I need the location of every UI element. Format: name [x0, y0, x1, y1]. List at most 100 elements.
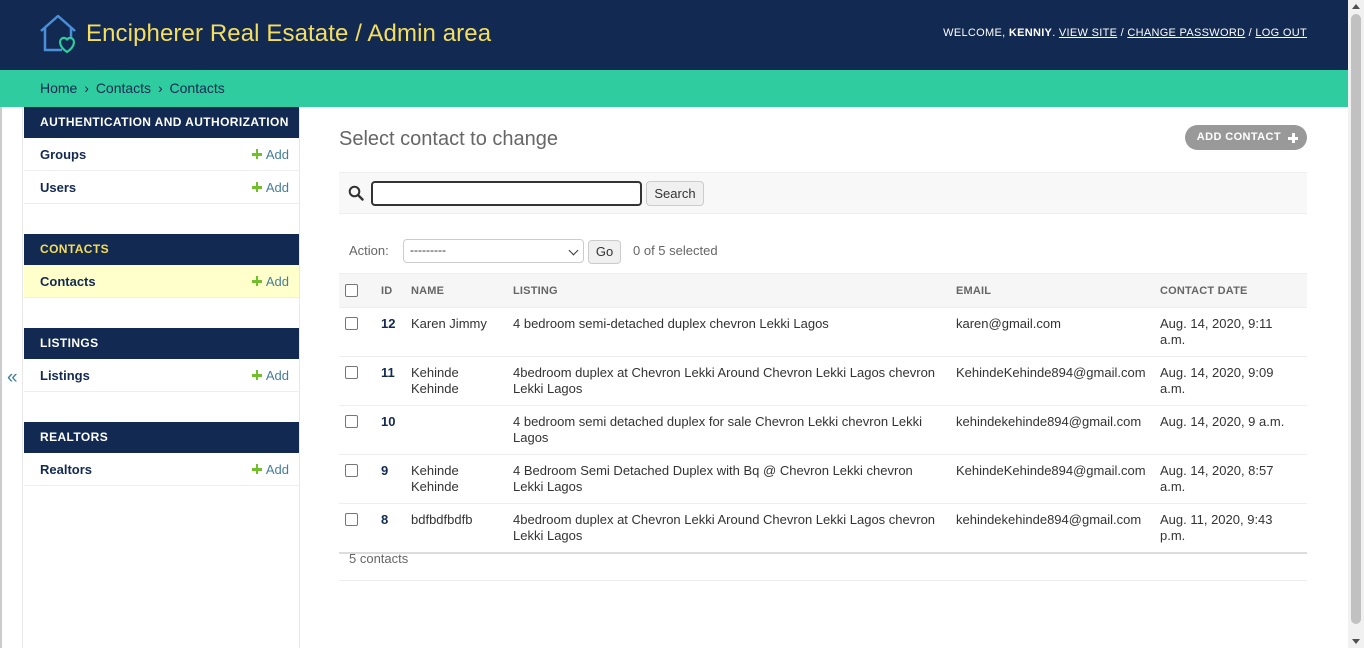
sidebar-item-users: Users Add	[24, 171, 299, 204]
breadcrumb: Home › Contacts › Contacts	[0, 70, 1348, 107]
module-caption-contacts[interactable]: Contacts	[24, 234, 299, 265]
welcome-text: WELCOME,	[943, 27, 1006, 39]
name-cell: Kehinde Kehinde	[405, 356, 507, 406]
add-label: Add	[265, 146, 289, 162]
site-title[interactable]: Encipherer Real Esatate / Admin area	[86, 20, 491, 48]
plus-icon	[1288, 133, 1298, 143]
date-cell: Aug. 14, 2020, 9:09 a.m.	[1154, 356, 1307, 406]
search-button[interactable]: Search	[646, 181, 704, 206]
column-header-name[interactable]: NAME	[405, 273, 507, 308]
id-cell: 9	[375, 454, 405, 504]
id-cell: 12	[375, 307, 405, 357]
name-cell: Kehinde Kehinde	[405, 454, 507, 504]
row-id-link[interactable]: 11	[381, 365, 395, 380]
add-contact-label: ADD CONTACT	[1196, 131, 1281, 143]
sidebar-add-contacts-link[interactable]: Add	[251, 274, 289, 289]
column-header-listing[interactable]: LISTING	[507, 273, 950, 308]
module-realtors: Realtors Realtors Add	[24, 422, 299, 486]
sidebar-item-groups: Groups Add	[24, 138, 299, 171]
sidebar-toggle-button[interactable]: «	[0, 107, 23, 648]
name-cell: Karen Jimmy	[405, 307, 507, 357]
add-label: Add	[265, 461, 289, 477]
column-header-id[interactable]: ID	[375, 273, 405, 308]
id-cell: 11	[375, 356, 405, 406]
sidebar-item-listings: Listings Add	[24, 359, 299, 392]
sidebar-link-groups[interactable]: Groups	[40, 147, 86, 162]
column-header-contact-date[interactable]: CONTACT DATE	[1154, 273, 1307, 308]
module-caption-realtors[interactable]: Realtors	[24, 422, 299, 453]
date-cell: Aug. 14, 2020, 9 a.m.	[1154, 405, 1307, 455]
row-checkbox[interactable]	[345, 464, 358, 477]
sidebar-link-listings[interactable]: Listings	[40, 368, 90, 383]
log-out-link[interactable]: LOG OUT	[1255, 27, 1307, 39]
id-cell: 10	[375, 405, 405, 455]
breadcrumb-contacts-app[interactable]: Contacts	[96, 80, 151, 96]
action-select[interactable]: ---------	[403, 239, 584, 263]
sidebar-link-users[interactable]: Users	[40, 180, 76, 195]
select-all-checkbox[interactable]	[345, 284, 358, 297]
scrollbar-thumb[interactable]	[1351, 14, 1361, 624]
breadcrumb-current: Contacts	[169, 80, 225, 96]
search-input[interactable]	[371, 181, 642, 206]
scroll-down-arrow-icon[interactable]	[1352, 639, 1360, 644]
sidebar-link-contacts[interactable]: Contacts	[40, 274, 96, 289]
house-heart-logo-icon	[40, 14, 76, 54]
brand[interactable]: Encipherer Real Esatate / Admin area	[38, 13, 491, 55]
vertical-scrollbar[interactable]	[1348, 0, 1364, 648]
results-table: ID NAME LISTING EMAIL CONTACT DATE 12 Ka…	[339, 273, 1307, 554]
row-checkbox[interactable]	[345, 513, 358, 526]
add-label: Add	[265, 367, 289, 383]
result-count: 5 contacts	[349, 551, 409, 566]
add-contact-button[interactable]: ADD CONTACT	[1184, 125, 1307, 150]
module-caption-listings[interactable]: Listings	[24, 328, 299, 359]
column-header-email[interactable]: EMAIL	[950, 273, 1154, 308]
view-site-link[interactable]: VIEW SITE	[1059, 27, 1117, 39]
double-chevron-left-icon: «	[7, 367, 18, 388]
sidebar-add-realtors-link[interactable]: Add	[251, 461, 289, 477]
add-label: Add	[265, 179, 289, 195]
plus-icon	[251, 182, 262, 192]
breadcrumb-separator: ›	[84, 80, 89, 96]
sidebar-add-groups-link[interactable]: Add	[251, 146, 289, 162]
breadcrumb-home[interactable]: Home	[40, 80, 77, 96]
row-id-link[interactable]: 12	[381, 316, 395, 331]
listing-cell: 4 bedroom semi-detached duplex chevron L…	[507, 307, 950, 357]
row-id-link[interactable]: 9	[381, 463, 388, 478]
search-toolbar: Search	[339, 172, 1307, 214]
row-select-cell	[339, 307, 375, 357]
actions-bar: Action: --------- Go 0 of 5 selected	[339, 239, 1307, 264]
date-cell: Aug. 14, 2020, 9:11 a.m.	[1154, 307, 1307, 357]
action-select-value: ---------	[410, 243, 446, 257]
plus-icon	[251, 276, 262, 286]
sidebar-add-users-link[interactable]: Add	[251, 179, 289, 195]
sidebar-link-realtors[interactable]: Realtors	[40, 462, 92, 477]
module-caption-auth[interactable]: Authentication and Authorization	[24, 107, 299, 138]
listing-cell: 4 Bedroom Semi Detached Duplex with Bq @…	[507, 454, 950, 504]
listing-cell: 4bedroom duplex at Chevron Lekki Around …	[507, 356, 950, 406]
row-checkbox[interactable]	[345, 366, 358, 379]
table-row: 9 Kehinde Kehinde 4 Bedroom Semi Detache…	[339, 454, 1307, 504]
row-checkbox[interactable]	[345, 317, 358, 330]
table-row: 10 4 bedroom semi detached duplex for sa…	[339, 405, 1307, 455]
name-cell	[405, 405, 507, 455]
module-contacts: Contacts Contacts Add	[24, 234, 299, 298]
sidebar-item-realtors: Realtors Add	[24, 453, 299, 486]
row-id-link[interactable]: 8	[381, 512, 388, 527]
row-select-cell	[339, 405, 375, 455]
change-password-link[interactable]: CHANGE PASSWORD	[1127, 27, 1245, 39]
sidebar: Authentication and Authorization Groups …	[24, 107, 300, 648]
table-row: 12 Karen Jimmy 4 bedroom semi-detached d…	[339, 307, 1307, 357]
row-id-link[interactable]: 10	[381, 414, 395, 429]
email-cell: KehindeKehinde894@gmail.com	[950, 454, 1154, 504]
go-button[interactable]: Go	[588, 240, 621, 264]
sidebar-add-listings-link[interactable]: Add	[251, 367, 289, 383]
email-cell: karen@gmail.com	[950, 307, 1154, 357]
email-cell: kehindekehinde894@gmail.com	[950, 405, 1154, 455]
paginator: 5 contacts	[339, 537, 1307, 581]
scroll-up-arrow-icon[interactable]	[1352, 4, 1360, 9]
date-cell: Aug. 14, 2020, 8:57 a.m.	[1154, 454, 1307, 504]
plus-icon	[251, 149, 262, 159]
plus-icon	[251, 370, 262, 380]
row-checkbox[interactable]	[345, 415, 358, 428]
email-cell: KehindeKehinde894@gmail.com	[950, 356, 1154, 406]
